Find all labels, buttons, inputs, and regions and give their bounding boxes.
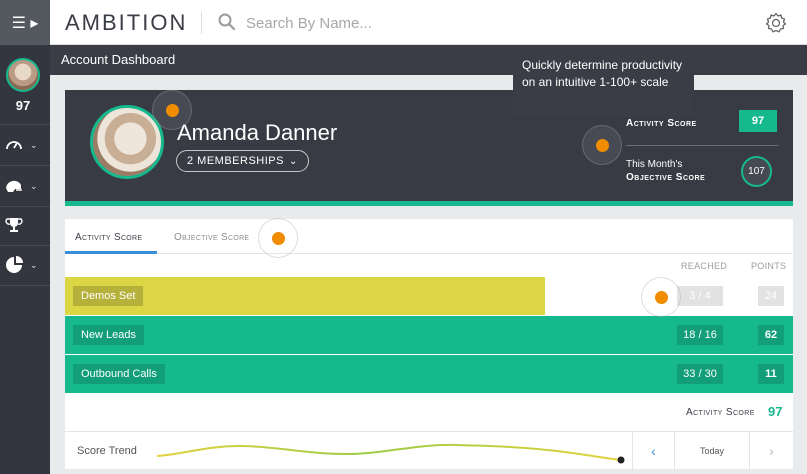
row-reached: 33 / 30 (677, 364, 723, 384)
sidebar-divider (0, 165, 50, 166)
next-period-button[interactable]: › (750, 432, 793, 470)
row-points: 11 (758, 364, 784, 384)
hotspot-dot (271, 231, 285, 245)
chevron-down-icon: ⌄ (30, 139, 38, 150)
person-name: Amanda Danner (177, 120, 338, 145)
hamburger-icon: ☰ ▸ (11, 14, 39, 32)
tab-activity-score[interactable]: Activity Score (75, 232, 142, 243)
page-title: Account Dashboard (61, 52, 176, 67)
divider (626, 145, 778, 146)
sidebar: ☰ ▸ 97 ⌄ ⌄ ⌄ (0, 0, 50, 474)
sidebar-item-dashboard[interactable]: ⌄ (0, 126, 50, 164)
chevron-down-icon: ⌄ (30, 259, 38, 270)
activity-score-label: Activity Score (626, 118, 697, 129)
chevron-left-icon: ‹ (651, 443, 656, 459)
score-trend-label: Score Trend (77, 445, 137, 457)
table-row[interactable]: New Leads 18 / 16 62 (65, 316, 793, 354)
helmet-icon (6, 180, 22, 192)
menu-toggle-button[interactable]: ☰ ▸ (0, 0, 50, 45)
table-row[interactable]: Demos Set 3 / 4 24 (65, 277, 793, 315)
trophy-icon (5, 218, 23, 232)
score-trend-sparkline (156, 443, 625, 464)
speedometer-icon (6, 141, 22, 150)
search-input[interactable] (246, 11, 646, 35)
app-logo[interactable]: AMBITION (65, 10, 187, 36)
gear-icon[interactable] (765, 12, 787, 34)
column-header-points: POINTS (751, 261, 787, 271)
chevron-right-icon: › (769, 443, 774, 459)
row-points: 62 (758, 325, 784, 345)
chevron-down-icon: ⌄ (288, 155, 298, 167)
active-tab-indicator (65, 251, 157, 254)
tour-hotspot[interactable] (258, 218, 298, 258)
activity-total-value: 97 (768, 404, 783, 419)
hotspot-dot (654, 290, 668, 304)
hotspot-dot (165, 103, 179, 117)
column-header-reached: REACHED (681, 261, 728, 271)
objective-score-badge: 107 (741, 156, 772, 187)
pie-chart-icon (6, 256, 23, 273)
activity-score-badge: 97 (739, 110, 777, 132)
tooltip: Quickly determine productivity on an int… (513, 52, 694, 117)
row-reached: 18 / 16 (677, 325, 723, 345)
sidebar-score: 97 (15, 98, 31, 113)
table-row[interactable]: Outbound Calls 33 / 30 11 (65, 355, 793, 393)
row-points: 24 (758, 286, 784, 306)
tour-hotspot[interactable] (152, 90, 192, 130)
tour-hotspot[interactable] (582, 125, 622, 165)
chevron-down-icon: ⌄ (30, 180, 38, 191)
row-label: Demos Set (73, 286, 144, 306)
tab-objective-score[interactable]: Objective Score (174, 232, 249, 243)
score-trend-bar: Score Trend ‹ Today › (65, 431, 793, 470)
row-label: New Leads (73, 325, 145, 345)
sidebar-divider (0, 124, 50, 125)
objective-label-line1: This Month's (626, 159, 683, 170)
objective-score-label: This Month's Objective Score (626, 158, 705, 184)
divider (201, 12, 202, 34)
score-panel: Activity Score Objective Score REACHED P… (65, 219, 793, 470)
sidebar-divider (0, 285, 50, 286)
row-label: Outbound Calls (73, 364, 165, 384)
activity-total-label: Activity Score (686, 407, 755, 418)
memberships-label: 2 MEMBERSHIPS (187, 155, 284, 167)
memberships-dropdown[interactable]: 2 MEMBERSHIPS ⌄ (176, 150, 309, 172)
today-button[interactable]: Today (674, 432, 750, 470)
sidebar-item-reports[interactable]: ⌄ (0, 246, 50, 284)
sidebar-item-teams[interactable]: ⌄ (0, 167, 50, 205)
row-reached: 3 / 4 (677, 286, 723, 306)
prev-period-button[interactable]: ‹ (632, 432, 674, 470)
sidebar-avatar[interactable] (6, 58, 40, 92)
search-icon (218, 13, 236, 31)
objective-label-line2: Objective Score (626, 172, 706, 183)
hotspot-dot (595, 138, 609, 152)
sidebar-item-competitions[interactable] (0, 206, 50, 244)
score-tabs: Activity Score Objective Score (65, 219, 793, 254)
tour-hotspot[interactable] (641, 277, 681, 317)
top-bar: AMBITION (50, 0, 807, 45)
